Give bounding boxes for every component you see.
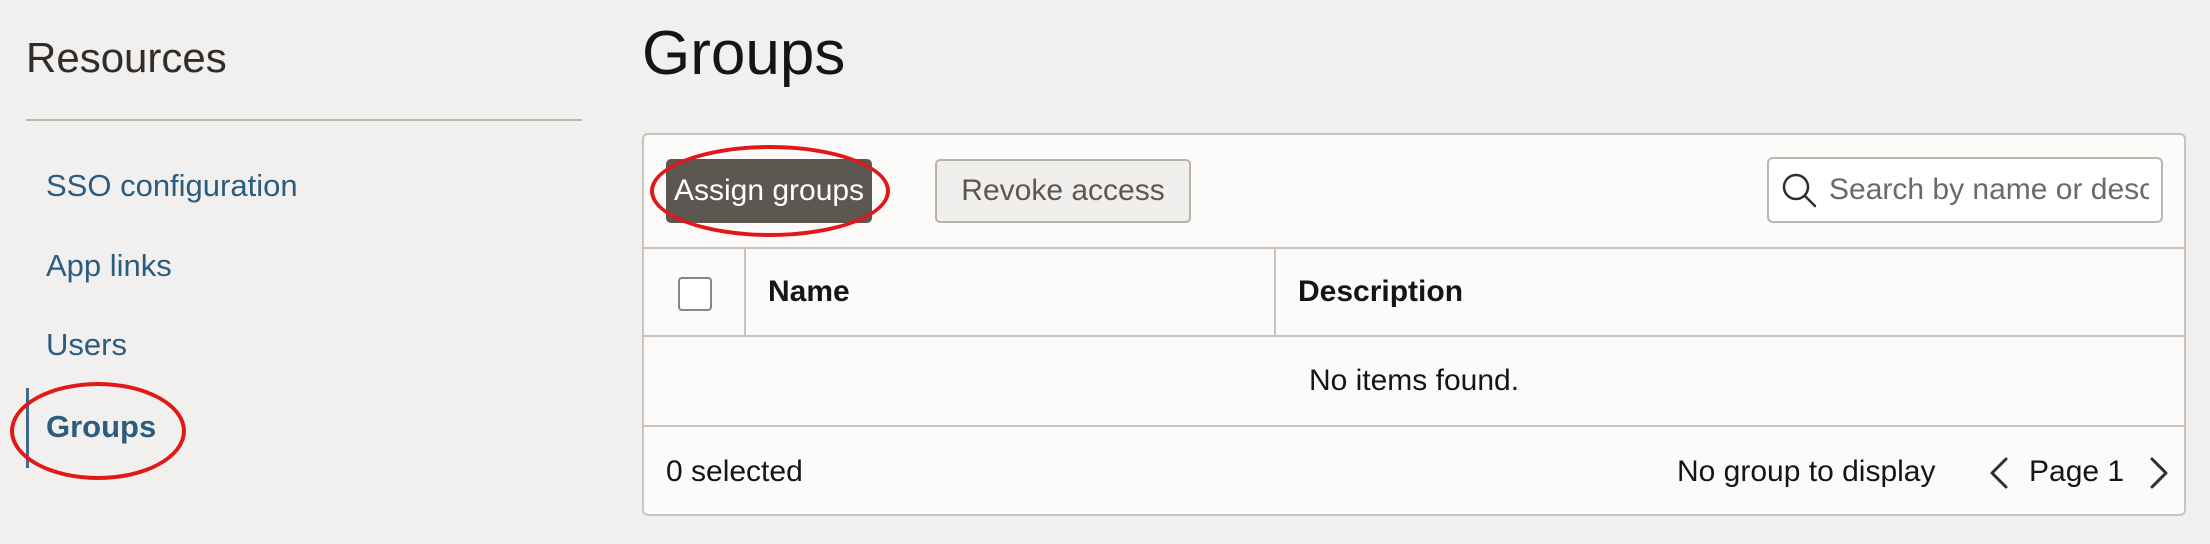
highlight-circle-assign bbox=[650, 145, 890, 237]
column-header-description[interactable]: Description bbox=[1276, 249, 2184, 335]
groups-panel: Assign groups Revoke access Name Descrip… bbox=[642, 133, 2186, 516]
select-all-checkbox[interactable] bbox=[678, 277, 712, 311]
select-all-cell bbox=[644, 249, 746, 335]
sidebar-title: Resources bbox=[26, 34, 227, 81]
revoke-access-button[interactable]: Revoke access bbox=[935, 159, 1191, 223]
toolbar: Assign groups Revoke access bbox=[644, 135, 2184, 247]
sidebar-item-app-links[interactable]: App links bbox=[46, 248, 172, 284]
highlight-circle-groups bbox=[10, 382, 186, 480]
selected-count: 0 selected bbox=[666, 455, 803, 488]
table-footer: 0 selected No group to display Page 1 bbox=[644, 427, 2184, 514]
page-indicator: Page 1 bbox=[2029, 455, 2125, 488]
search-input[interactable] bbox=[1829, 173, 2149, 207]
empty-message: No items found. bbox=[644, 337, 2184, 427]
sidebar-item-users[interactable]: Users bbox=[46, 327, 127, 363]
page-title: Groups bbox=[642, 19, 846, 88]
table-header: Name Description bbox=[644, 247, 2184, 337]
chevron-left-icon[interactable] bbox=[1984, 453, 2014, 493]
chevron-right-icon[interactable] bbox=[2144, 453, 2174, 493]
display-status: No group to display bbox=[1677, 455, 1936, 488]
search-box[interactable] bbox=[1767, 157, 2163, 223]
column-header-name[interactable]: Name bbox=[746, 249, 1276, 335]
sidebar-divider bbox=[26, 119, 582, 121]
search-icon bbox=[1782, 173, 1817, 208]
sidebar-item-sso-configuration[interactable]: SSO configuration bbox=[46, 168, 298, 204]
